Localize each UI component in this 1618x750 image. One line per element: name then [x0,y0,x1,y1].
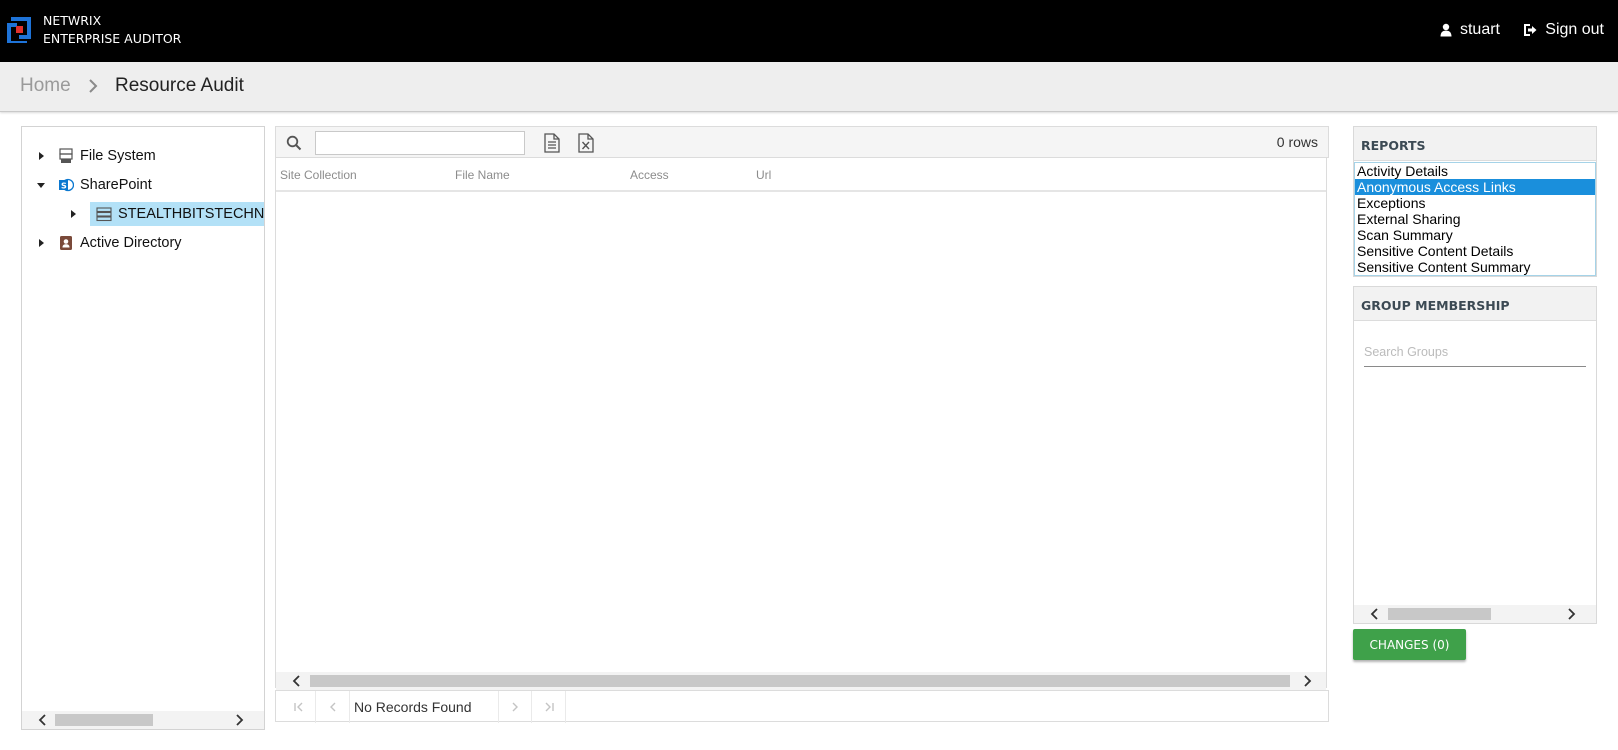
scroll-left-icon[interactable] [36,713,50,727]
report-item[interactable]: External Sharing [1355,211,1595,227]
user-name: stuart [1459,21,1500,38]
next-page-icon [512,702,518,712]
netwrix-logo [7,17,31,43]
report-item[interactable]: Sensitive Content Details [1355,243,1595,259]
brand-line-2: ENTERPRISE AUDITOR [43,31,182,46]
report-item[interactable]: Exceptions [1355,195,1595,211]
report-item[interactable]: Sensitive Content Summary [1355,259,1595,275]
column-header-access[interactable]: Access [630,168,669,182]
tree-item-label: SharePoint [80,177,152,193]
page-title: Resource Audit [115,75,244,96]
group-membership-title: GROUP MEMBERSHIP [1354,287,1596,321]
resource-tree: File System S SharePoint STEALTHBITSTECH… [21,126,265,730]
scroll-right-icon[interactable] [1300,674,1314,688]
scrollbar-thumb[interactable] [1388,608,1491,620]
expand-arrow-icon[interactable] [68,209,78,219]
scroll-right-icon[interactable] [232,713,246,727]
top-bar: NETWRIX ENTERPRISE AUDITOR stuart Sign o… [0,0,1618,62]
row-count: 0 rows [1276,134,1318,150]
tree-item-label: File System [80,148,156,164]
tree-item-label: Active Directory [80,235,182,251]
brand-name: NETWRIX ENTERPRISE AUDITOR [43,12,181,48]
tree-item-active-directory[interactable]: Active Directory [36,231,182,255]
first-page-button[interactable] [282,691,316,723]
scroll-left-icon[interactable] [1368,607,1382,621]
expand-arrow-icon[interactable] [36,238,46,248]
tree-horizontal-scrollbar[interactable] [22,711,264,729]
first-page-icon [293,702,302,712]
column-header-url[interactable]: Url [756,168,771,182]
column-header-file-name[interactable]: File Name [455,168,510,182]
user-icon [1440,23,1452,37]
svg-text:S: S [61,182,67,191]
scroll-left-icon[interactable] [290,674,304,688]
sharepoint-icon: S [59,178,74,192]
breadcrumb-home-link[interactable]: Home [20,75,71,97]
sign-out-button[interactable]: Sign out [1523,21,1604,39]
scrollbar-thumb[interactable] [310,675,1290,687]
sign-out-icon [1524,24,1537,36]
group-search-input[interactable] [1364,337,1586,367]
brand-line-1: NETWRIX [43,13,102,28]
reports-list[interactable]: Activity Details Anonymous Access Links … [1354,162,1596,276]
grid-pager: No Records Found [275,690,1329,723]
previous-page-icon [329,702,335,712]
grid-header: Site Collection File Name Access Url [276,158,1326,192]
reports-title: REPORTS [1354,127,1596,161]
file-system-icon [59,148,73,163]
report-item-selected[interactable]: Anonymous Access Links [1355,179,1595,195]
grid-horizontal-scrollbar[interactable] [276,672,1326,690]
collapse-arrow-icon[interactable] [36,180,46,190]
report-item[interactable]: Activity Details [1355,163,1595,179]
scroll-right-icon[interactable] [1564,607,1578,621]
sign-out-label: Sign out [1545,21,1604,38]
user-menu[interactable]: stuart [1440,21,1500,39]
tree-item-file-system[interactable]: File System [36,144,156,168]
next-page-button[interactable] [498,691,532,723]
grid-search-input[interactable] [315,131,525,155]
expand-arrow-icon[interactable] [36,151,46,161]
last-page-icon [545,702,554,712]
results-grid: Site Collection File Name Access Url [275,158,1327,690]
chevron-right-icon [89,79,98,93]
pager-status: No Records Found [354,699,472,715]
active-directory-icon [60,236,72,250]
report-item[interactable]: Scan Summary [1355,227,1595,243]
group-membership-panel: GROUP MEMBERSHIP [1353,286,1597,624]
reports-panel: REPORTS Activity Details Anonymous Acces… [1353,126,1597,277]
tree-item-stealthbits-site[interactable]: STEALTHBITSTECHNO [68,202,265,226]
search-icon[interactable] [286,135,302,151]
changes-button[interactable]: CHANGES (0) [1353,629,1466,660]
tree-selected-node[interactable]: STEALTHBITSTECHNO [90,202,265,226]
grid-toolbar: 0 rows [275,126,1329,158]
tree-item-sharepoint[interactable]: S SharePoint [36,173,152,197]
column-header-site-collection[interactable]: Site Collection [280,168,357,182]
scrollbar-thumb[interactable] [55,714,153,726]
export-excel-icon[interactable] [577,133,595,153]
tree-item-label: STEALTHBITSTECHNO [118,206,265,222]
export-document-icon[interactable] [543,133,561,153]
server-icon [96,207,112,222]
last-page-button[interactable] [532,691,566,723]
previous-page-button[interactable] [316,691,350,723]
breadcrumb: Home Resource Audit [0,62,1618,112]
groups-horizontal-scrollbar[interactable] [1354,605,1596,623]
